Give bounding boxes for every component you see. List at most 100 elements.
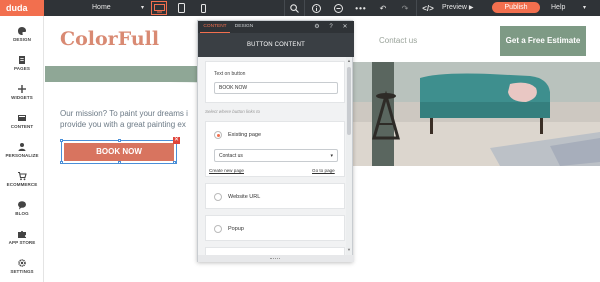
book-now-button[interactable]: BOOK NOW — [64, 143, 174, 161]
puzzle-icon — [18, 230, 26, 238]
redo-button[interactable]: ↷ — [398, 0, 412, 16]
resize-handle[interactable] — [60, 139, 63, 142]
left-sidebar: DESIGN PAGES WIDGETS CONTENT PERSONALIZE… — [0, 16, 44, 282]
publish-button[interactable]: Publish — [492, 2, 540, 13]
more-options-button[interactable]: ••• — [352, 0, 370, 16]
zoom-out-icon — [333, 3, 343, 13]
link-hint-text: Select where button links to — [205, 109, 261, 114]
help-menu[interactable]: Help ▾ — [551, 0, 586, 16]
text-on-button-card: Text on button BOOK NOW — [205, 61, 345, 103]
page-selector[interactable]: Home ▾ — [92, 2, 144, 14]
tab-content[interactable]: CONTENT — [200, 21, 230, 33]
website-url-label: Website URL — [228, 194, 261, 200]
plus-icon — [18, 85, 26, 93]
cart-icon — [18, 171, 27, 181]
scrollbar-thumb[interactable] — [347, 67, 351, 135]
tablet-icon — [177, 3, 185, 13]
sidebar-item-label: DESIGN — [13, 37, 31, 42]
tab-design[interactable]: DESIGN — [232, 21, 256, 33]
sidebar-item-settings[interactable]: SETTINGS — [0, 254, 44, 282]
sidebar-item-design[interactable]: DESIGN — [0, 22, 44, 50]
developer-mode-button[interactable]: </> — [420, 0, 436, 16]
selected-element-frame[interactable]: BOOK NOW ✕ — [60, 137, 180, 164]
popup-label: Popup — [228, 226, 244, 232]
sidebar-item-label: CONTENT — [10, 124, 34, 129]
duda-logo[interactable]: duda — [0, 0, 44, 16]
sidebar-item-app-store[interactable]: APP STORE — [0, 225, 44, 253]
panel-scrollbar[interactable]: ▲ ▼ — [346, 57, 352, 255]
sidebar-item-widgets[interactable]: WIDGETS — [0, 80, 44, 108]
top-toolbar: duda Home ▾ ••• ↶ ↷ </> Preview ▶ Publis… — [0, 0, 600, 16]
existing-page-radio[interactable] — [214, 131, 222, 139]
sidebar-item-label: PAGES — [14, 66, 30, 71]
button-text-input[interactable]: BOOK NOW — [214, 82, 338, 94]
preview-button[interactable]: Preview ▶ — [442, 0, 473, 16]
panel-tabs: CONTENT DESIGN ⚙ ? ✕ — [198, 21, 354, 33]
search-button[interactable] — [287, 0, 301, 16]
toolbar-divider — [304, 0, 305, 16]
page-link-select[interactable]: Contact us ▾ — [214, 149, 338, 162]
create-new-page-link[interactable]: Create new page — [209, 168, 244, 173]
page-link-value: Contact us — [219, 153, 243, 159]
popup-radio[interactable] — [214, 225, 222, 233]
scroll-up-icon[interactable]: ▲ — [346, 58, 352, 63]
toolbar-divider — [416, 0, 417, 16]
sidebar-item-label: SETTINGS — [10, 269, 34, 274]
mobile-view-button[interactable] — [196, 0, 210, 16]
gear-icon — [18, 259, 26, 267]
sidebar-item-ecommerce[interactable]: ECOMMERCE — [0, 167, 44, 195]
hero-image[interactable] — [350, 62, 600, 166]
free-estimate-button[interactable]: Get a Free Estimate — [500, 26, 586, 56]
info-button[interactable] — [309, 0, 323, 16]
more-dots-icon: ••• — [355, 3, 367, 13]
scroll-down-icon[interactable]: ▼ — [346, 247, 352, 252]
mobile-icon — [200, 3, 206, 13]
more-options-card[interactable] — [205, 247, 345, 255]
close-icon[interactable]: ✕ — [341, 23, 349, 31]
close-icon[interactable]: ✕ — [173, 137, 180, 144]
sidebar-item-label: BLOG — [15, 211, 29, 216]
panel-resize-grip[interactable] — [198, 255, 354, 262]
sidebar-item-pages[interactable]: PAGES — [0, 51, 44, 79]
site-logo-text[interactable]: ColorFull — [60, 28, 159, 50]
undo-button[interactable]: ↶ — [376, 0, 390, 16]
help-label: Help — [551, 4, 566, 11]
desktop-view-button[interactable] — [150, 0, 168, 16]
pages-icon — [19, 56, 25, 64]
info-icon — [311, 3, 321, 13]
chevron-down-icon: ▾ — [330, 153, 333, 159]
sidebar-item-label: APP STORE — [8, 240, 36, 245]
preview-label: Preview — [442, 4, 467, 11]
chevron-down-icon: ▾ — [140, 5, 144, 11]
sidebar-item-blog[interactable]: BLOG — [0, 196, 44, 224]
chevron-down-icon: ▾ — [583, 5, 587, 11]
zoom-out-button[interactable] — [331, 0, 345, 16]
play-icon: ▶ — [468, 5, 474, 11]
website-url-card[interactable]: Website URL — [205, 183, 345, 209]
sidebar-item-label: WIDGETS — [11, 95, 33, 100]
existing-page-card: Existing page Contact us ▾ Create new pa… — [205, 121, 345, 177]
resize-handle[interactable] — [118, 139, 121, 142]
undo-icon: ↶ — [379, 3, 387, 13]
existing-page-label: Existing page — [228, 132, 262, 138]
nav-link-contact[interactable]: Contact us — [379, 36, 417, 45]
toolbar-divider — [284, 0, 285, 16]
desktop-icon — [153, 3, 165, 12]
sidebar-item-label: PERSONALIZE — [5, 153, 39, 158]
code-icon: </> — [422, 3, 434, 13]
sidebar-item-content[interactable]: CONTENT — [0, 109, 44, 137]
go-to-page-link[interactable]: Go to page — [312, 168, 335, 173]
resize-handle[interactable] — [60, 161, 63, 164]
help-icon[interactable]: ? — [327, 23, 335, 31]
palette-icon — [18, 27, 26, 35]
website-url-radio[interactable] — [214, 193, 222, 201]
sidebar-item-personalize[interactable]: PERSONALIZE — [0, 138, 44, 166]
redo-icon: ↷ — [401, 3, 409, 13]
popup-card[interactable]: Popup — [205, 215, 345, 241]
tablet-view-button[interactable] — [174, 0, 188, 16]
gear-icon[interactable]: ⚙ — [313, 23, 321, 31]
resize-handle[interactable] — [173, 161, 176, 164]
chat-bubble-icon — [18, 201, 26, 210]
resize-handle[interactable] — [118, 161, 121, 164]
content-icon — [18, 115, 26, 121]
